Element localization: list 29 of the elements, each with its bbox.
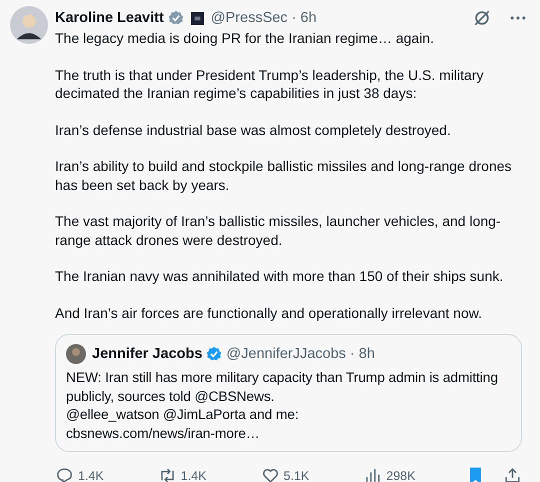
repost-count: 1.4K <box>180 468 206 482</box>
post-paragraph: Iran’s defense industrial base was almost completely destroyed. <box>55 120 452 139</box>
share-icon[interactable] <box>503 466 522 482</box>
quoted-text: @ellee_watson @JimLaPorta and me: <box>66 406 300 424</box>
post-paragraph: The truth is that under President Trump’s leadership, the U.S. military decimated the Iranian regime’s capabilities in just 38 days: <box>55 66 484 102</box>
post-paragraph: The Iranian navy was annihilated with more than 150 of their ships sunk. <box>55 267 504 286</box>
post-time: · 8h <box>350 346 375 362</box>
affiliation-icon <box>190 12 204 24</box>
post-paragraph: Iran’s ability to build and stockpile ballistic missiles and long-range drones has been set back by years. <box>55 157 513 194</box>
quoted-text: NEW: Iran still has more military capacity than Trump admin is admitting publicly, sources told @CBSNews. <box>66 369 499 406</box>
quoted-text: cbsnews.com/news/iran-more… <box>66 424 261 442</box>
avatar <box>66 344 86 364</box>
avatar[interactable] <box>10 6 48 44</box>
quoted-post[interactable] <box>55 334 522 452</box>
heart-icon[interactable] <box>260 466 280 482</box>
author-handle: @JenniferJJacobs <box>226 346 346 362</box>
reply-count: 1.4K <box>78 468 104 482</box>
post-paragraph: The legacy media is doing PR for the Iranian regime… again. <box>55 29 435 48</box>
reply-icon[interactable] <box>55 466 74 482</box>
grok-icon[interactable] <box>472 8 492 28</box>
views-icon[interactable] <box>363 466 382 482</box>
author-name[interactable]: Jennifer Jacobs <box>92 346 202 362</box>
post-paragraph: The vast majority of Iran’s ballistic missiles, launcher vehicles, and long-range attack drones were destroyed. <box>55 212 502 249</box>
author-name[interactable]: Karoline Leavitt <box>55 10 164 26</box>
view-count: 298K <box>386 468 416 482</box>
like-count: 5.1K <box>284 468 310 482</box>
author-handle[interactable]: @PressSec <box>210 10 288 26</box>
post-paragraph: And Iran’s air forces are functionally and operationally irrelevant now. <box>55 304 483 322</box>
post-time[interactable]: · 6h <box>292 10 317 26</box>
